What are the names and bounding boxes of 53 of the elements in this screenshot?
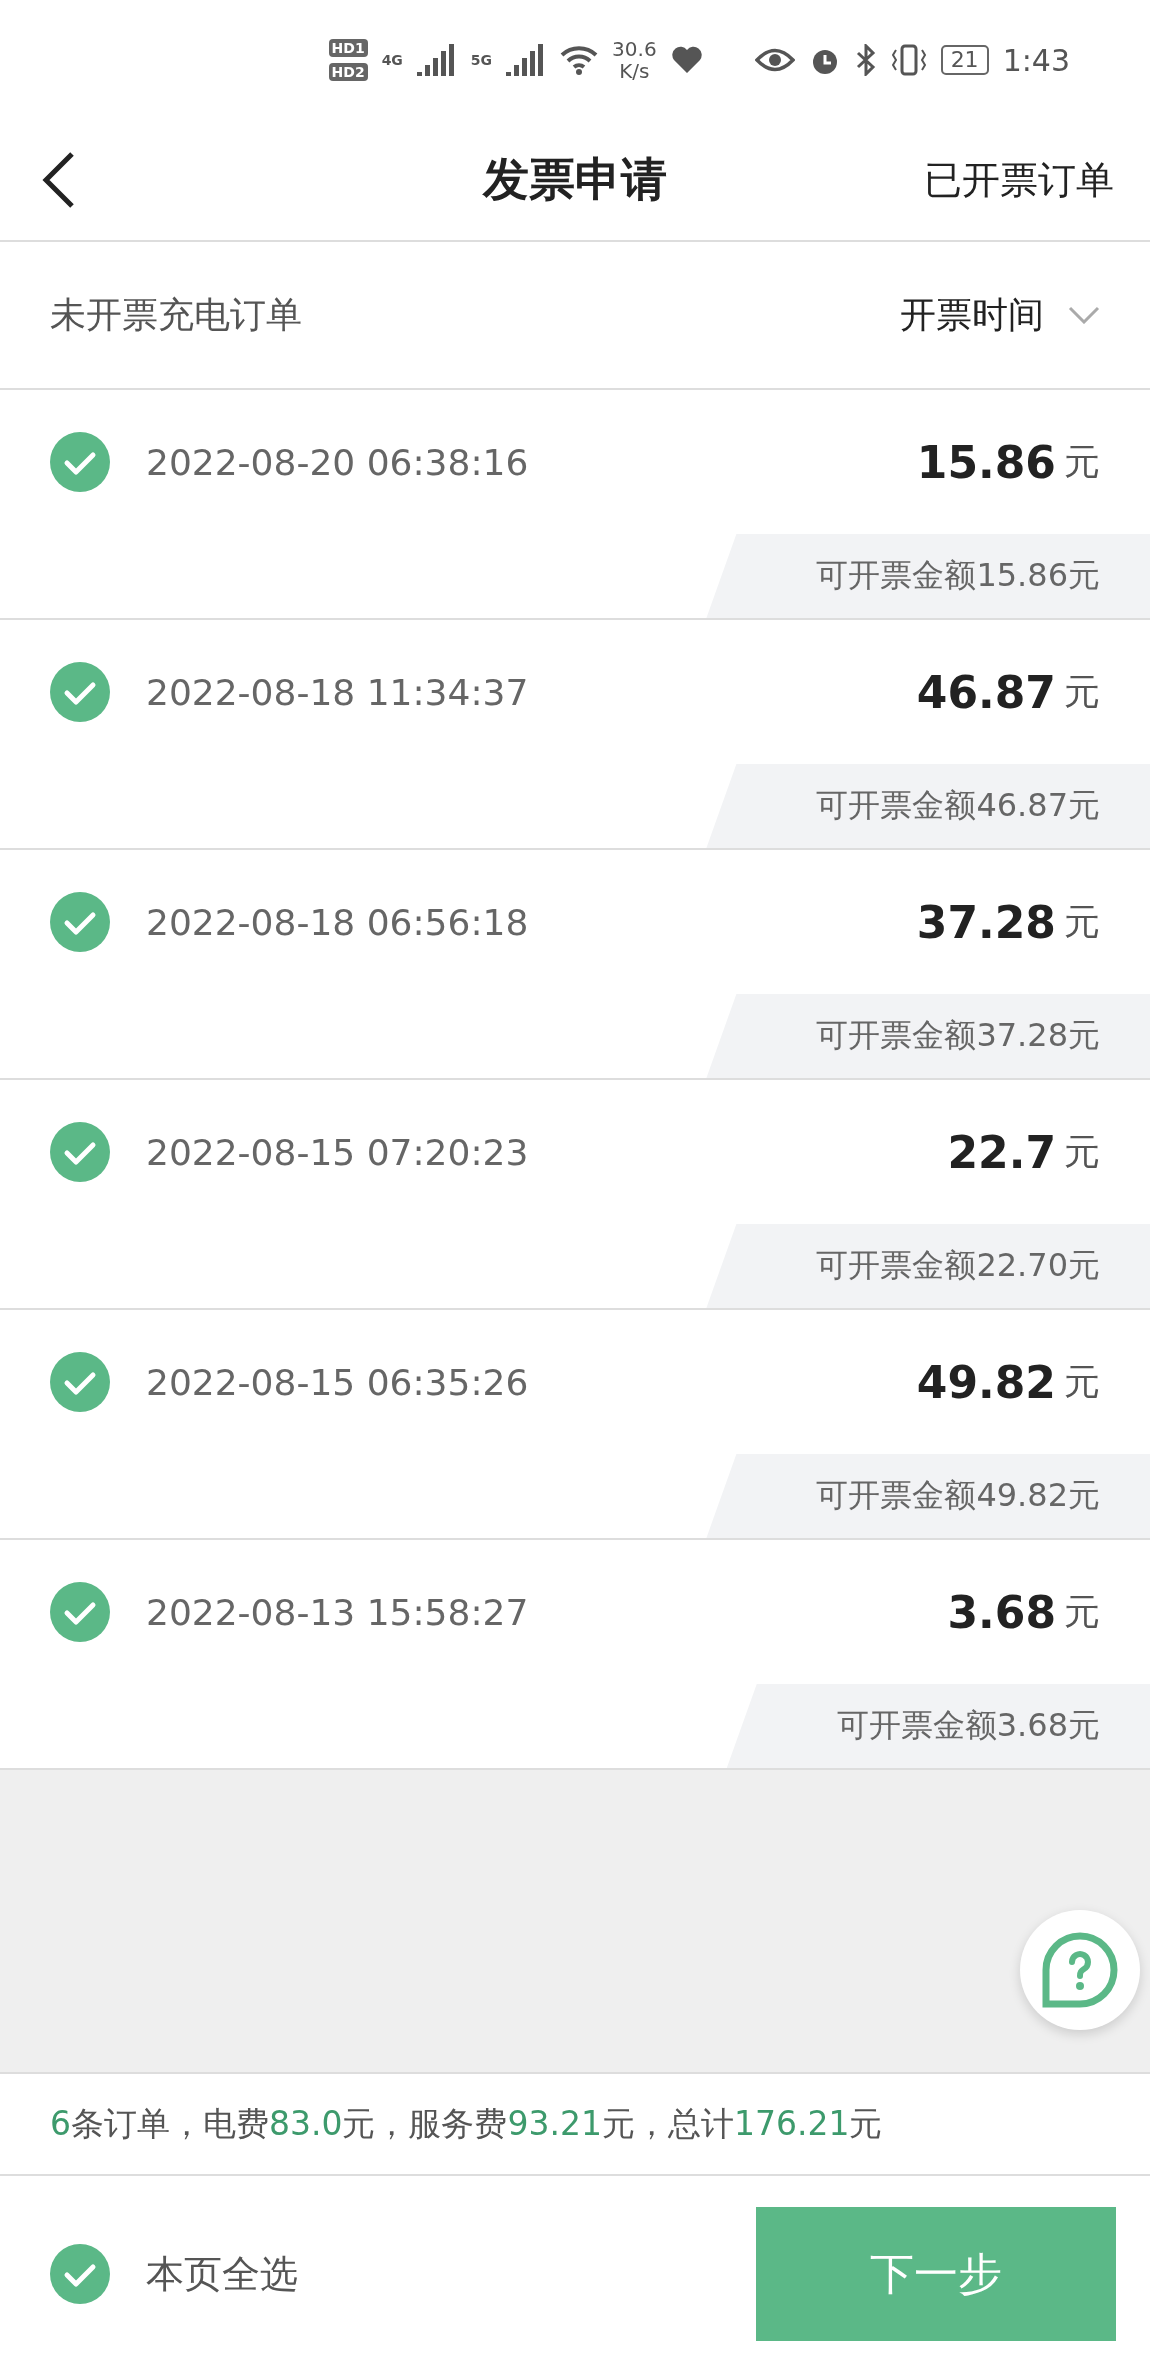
vibrate-icon <box>890 44 927 76</box>
order-time: 2022-08-20 06:38:16 <box>146 441 530 483</box>
currency-unit: 元 <box>1064 899 1100 944</box>
clock-time: 1:43 <box>1002 42 1070 78</box>
invoiceable-amount-tag: 可开票金额22.70元 <box>706 1224 1150 1308</box>
checkbox-checked-icon[interactable] <box>50 1582 110 1642</box>
order-summary: 6条订单，电费83.0元，服务费93.21元，总计176.21元 <box>50 2102 883 2145</box>
chevron-down-icon <box>1068 306 1100 324</box>
order-amount: 37.28 <box>916 896 1056 948</box>
network-speed: 30.6 <box>612 38 657 60</box>
network-label: 4G <box>381 52 403 68</box>
speed-unit: K/s <box>619 60 650 82</box>
order-amount: 49.82 <box>916 1356 1056 1408</box>
battery-level: 21 <box>940 45 989 75</box>
order-time: 2022-08-13 15:58:27 <box>146 1591 530 1633</box>
sort-dropdown[interactable]: 开票时间 <box>900 290 1100 340</box>
checkbox-checked-icon[interactable] <box>50 432 110 492</box>
hd-badge: HD1 <box>328 39 368 57</box>
wifi-icon <box>560 45 599 75</box>
order-time: 2022-08-18 06:56:18 <box>146 901 530 943</box>
page-title: 发票申请 <box>483 151 667 208</box>
invoiceable-amount-tag: 可开票金额46.87元 <box>706 764 1150 848</box>
invoiceable-amount-tag: 可开票金额15.86元 <box>706 534 1150 618</box>
hd-badge: HD2 <box>328 63 368 81</box>
checkbox-checked-icon[interactable] <box>50 2244 110 2304</box>
checkbox-checked-icon[interactable] <box>50 662 110 722</box>
order-amount: 46.87 <box>916 666 1056 718</box>
order-amount: 22.7 <box>947 1126 1056 1178</box>
currency-unit: 元 <box>1064 439 1100 484</box>
section-label: 未开票充电订单 <box>50 292 302 337</box>
heart-icon <box>670 46 703 74</box>
bluetooth-icon <box>854 44 877 76</box>
invoiceable-amount-tag: 可开票金额37.28元 <box>706 994 1150 1078</box>
eye-icon <box>754 47 795 73</box>
checkbox-checked-icon[interactable] <box>50 1122 110 1182</box>
checkbox-checked-icon[interactable] <box>50 1352 110 1412</box>
network-label: 5G <box>470 52 493 68</box>
currency-unit: 元 <box>1064 1589 1100 1634</box>
order-amount: 3.68 <box>947 1586 1056 1638</box>
order-amount: 15.86 <box>916 436 1056 488</box>
invoiceable-amount-tag: 可开票金额3.68元 <box>726 1684 1150 1768</box>
checkbox-checked-icon[interactable] <box>50 892 110 952</box>
currency-unit: 元 <box>1064 1129 1100 1174</box>
order-time: 2022-08-15 06:35:26 <box>146 1361 530 1403</box>
invoiceable-amount-tag: 可开票金额49.82元 <box>706 1454 1150 1538</box>
order-time: 2022-08-15 07:20:23 <box>146 1131 530 1173</box>
help-button[interactable] <box>1020 1910 1140 2030</box>
select-all-toggle[interactable]: 本页全选 <box>50 2244 298 2304</box>
invoiced-orders-link[interactable]: 已开票订单 <box>924 154 1114 206</box>
signal-icon <box>416 44 457 76</box>
order-time: 2022-08-18 11:34:37 <box>146 671 530 713</box>
currency-unit: 元 <box>1064 669 1100 714</box>
currency-unit: 元 <box>1064 1359 1100 1404</box>
